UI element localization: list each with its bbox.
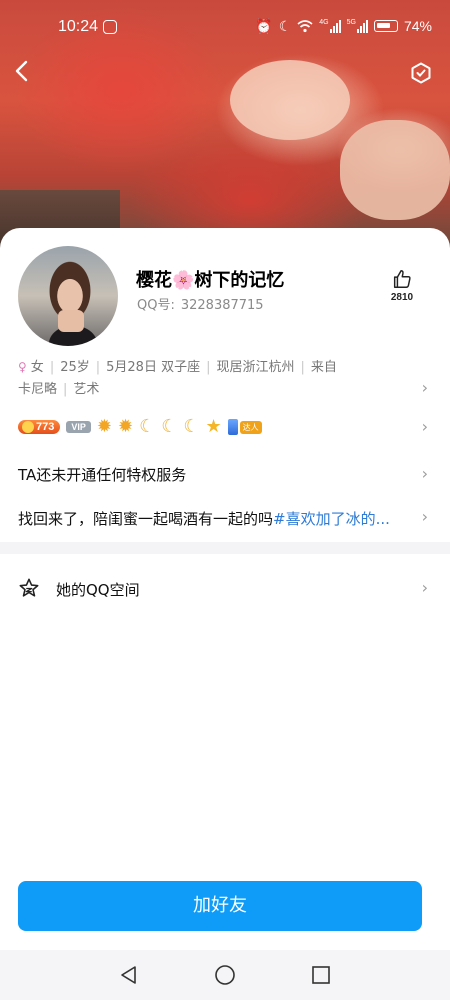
cover-detail: [230, 60, 350, 140]
qq-label: QQ号:: [137, 298, 175, 313]
separator: |: [63, 382, 68, 397]
phone-badge: 达人: [227, 419, 262, 435]
back-button[interactable]: [14, 60, 36, 86]
signal-5g-icon: 5G: [347, 19, 368, 33]
chevron-right-icon[interactable]: ›: [422, 417, 428, 436]
separator: |: [300, 360, 305, 375]
avatar[interactable]: [18, 246, 118, 346]
chevron-left-icon: [15, 60, 28, 82]
level-badge: 773: [18, 420, 61, 434]
profile-card: 樱花🌸树下的记忆 QQ号: 3228387715 2810 ♀ 女 | 25岁 | 5月28…: [0, 228, 450, 1000]
sun-icon: ✹: [117, 416, 134, 437]
avatar-detail: [58, 310, 84, 332]
alarm-icon: ⏰: [255, 18, 273, 34]
nickname-text: 树下的记忆: [194, 270, 285, 291]
birthday-text: 5月28日: [106, 360, 157, 375]
signature-row[interactable]: 找回来了，陪闺蜜一起喝酒有一起的吗#喜欢加了冰的...: [18, 508, 390, 529]
nav-back-icon[interactable]: [118, 964, 140, 986]
star-icon: ★: [205, 416, 222, 437]
chevron-right-icon[interactable]: ›: [422, 378, 428, 397]
privilege-text[interactable]: TA还未开通任何特权服务: [18, 464, 186, 485]
signal-4g-icon: 4G: [319, 19, 341, 33]
add-friend-button[interactable]: 加好友: [18, 881, 422, 931]
hometown-label: 来自: [310, 360, 337, 375]
qq-number: 3228387715: [180, 298, 264, 313]
like-button[interactable]: 2810: [382, 268, 422, 303]
separator: |: [49, 360, 55, 375]
phone-icon: [227, 419, 238, 435]
cover-detail: [340, 120, 450, 220]
system-nav-bar: [0, 950, 450, 1000]
level-coin-icon: [22, 421, 34, 433]
network-type-label: 5G: [346, 19, 356, 26]
sun-icon: ✹: [96, 416, 112, 437]
qzone-label: 她的QQ空间: [56, 581, 140, 599]
chevron-right-icon: ›: [421, 578, 428, 597]
badge-row[interactable]: 773 VIP ✹ ✹ ☾ ☾ ☾ ★ 达人: [18, 416, 262, 438]
gender-text: 女: [30, 360, 44, 375]
occupation-text: 艺术: [73, 382, 100, 397]
location-text: 现居浙江杭州: [216, 360, 295, 375]
nav-home-icon[interactable]: [214, 964, 236, 986]
moon-icon: ☾: [183, 416, 200, 437]
basic-info-row[interactable]: ♀ 女 | 25岁 | 5月28日 双子座 | 现居浙江杭州 | 来自卡尼略 | 艺术: [18, 356, 418, 401]
female-icon: ♀: [18, 360, 27, 374]
level-value: 773: [36, 421, 55, 433]
cherry-blossom-icon: 🌸: [172, 270, 195, 291]
chevron-right-icon[interactable]: ›: [422, 464, 428, 483]
more-button[interactable]: [410, 62, 432, 84]
nav-recents-icon[interactable]: [310, 964, 332, 986]
battery-percent: 74%: [403, 18, 432, 34]
chevron-right-icon[interactable]: ›: [422, 507, 428, 526]
signature-hashtag[interactable]: #喜欢加了冰的...: [273, 510, 390, 528]
status-bar: 10:24 ⏰ ☾ 4G 5G 74%: [0, 0, 450, 56]
nickname: 樱花🌸树下的记忆: [136, 266, 284, 292]
status-time: 10:24: [58, 18, 99, 35]
moon-icon: ☾: [278, 18, 292, 34]
age-text: 25岁: [60, 360, 90, 375]
wifi-icon: [297, 20, 313, 33]
hexagon-icon: [411, 62, 431, 84]
moon-icon: ☾: [139, 416, 156, 437]
moon-icon: ☾: [161, 416, 178, 437]
star-outline-icon: [19, 578, 39, 597]
separator: |: [95, 360, 101, 375]
nickname-text: 樱花: [136, 270, 172, 291]
vip-badge: VIP: [66, 421, 91, 433]
zodiac-text: 双子座: [161, 360, 201, 375]
status-icons: ⏰ ☾ 4G 5G 74%: [255, 18, 432, 34]
battery-icon: [373, 20, 398, 32]
phone-badge-tag: 达人: [239, 420, 262, 434]
thumbs-up-icon: [393, 270, 411, 288]
network-type-label: 4G: [319, 19, 329, 26]
hd-icon: [103, 20, 117, 34]
qq-number-row[interactable]: QQ号: 3228387715: [137, 294, 270, 313]
signature-text: 找回来了，陪闺蜜一起喝酒有一起的吗: [18, 510, 274, 528]
qzone-row[interactable]: 她的QQ空间 ›: [0, 565, 450, 613]
like-count: 2810: [390, 292, 414, 303]
section-divider: [0, 542, 450, 554]
hometown-text: 卡尼略: [18, 382, 58, 397]
separator: |: [206, 360, 211, 375]
